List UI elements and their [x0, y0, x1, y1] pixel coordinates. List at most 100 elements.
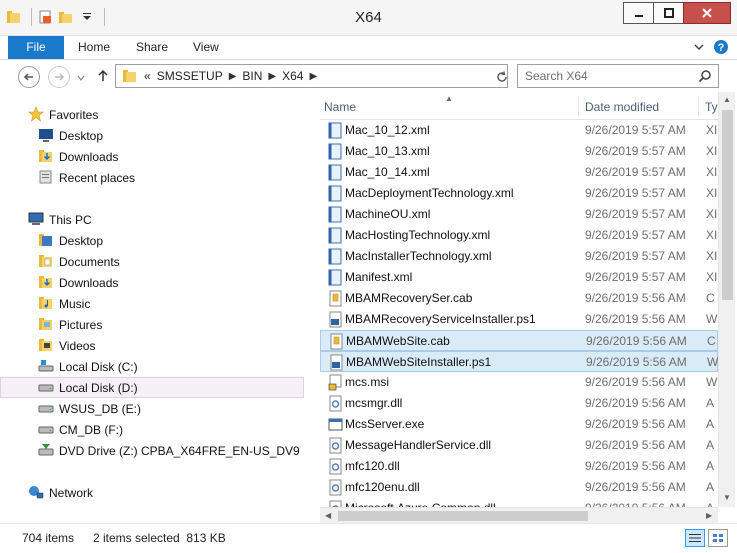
file-row[interactable]: mfc120.dll 9/26/2019 5:56 AM A — [320, 456, 718, 477]
file-row[interactable]: MBAMRecoveryServiceInstaller.ps1 9/26/201… — [320, 309, 718, 330]
nav-fav-recent[interactable]: Recent places — [0, 167, 304, 188]
tab-file[interactable]: File — [8, 36, 64, 59]
vertical-scroll-thumb[interactable] — [722, 110, 733, 300]
search-icon[interactable] — [698, 69, 712, 83]
chevron-right-icon[interactable]: ▶ — [268, 71, 276, 82]
vertical-scrollbar[interactable]: ▲ ▼ — [718, 92, 735, 507]
nav-favorites[interactable]: Favorites — [0, 104, 304, 125]
up-arrow-icon[interactable] — [96, 69, 110, 83]
horizontal-scroll-thumb[interactable] — [338, 511, 588, 521]
file-type: A — [706, 480, 715, 494]
status-bar: 704 items 2 items selected 813 KB — [0, 523, 737, 553]
xml-file-icon — [328, 185, 343, 202]
file-row[interactable]: MacDeploymentTechnology.xml 9/26/2019 5:5… — [320, 183, 718, 204]
file-row[interactable]: mcs.msi 9/26/2019 5:56 AM W — [320, 372, 718, 393]
nav-pc-videos[interactable]: Videos — [0, 335, 304, 356]
msi-file-icon — [328, 374, 343, 391]
ribbon-controls: ? — [693, 39, 729, 55]
pane-splitter[interactable] — [312, 92, 320, 523]
file-type: C — [706, 291, 715, 305]
network-icon — [29, 486, 44, 499]
nav-pc-downloads[interactable]: Downloads — [0, 272, 304, 293]
recent-locations-icon[interactable] — [76, 73, 86, 83]
cab-file-icon — [329, 333, 344, 350]
file-row[interactable]: MachineOU.xml 9/26/2019 5:57 AM XI — [320, 204, 718, 225]
file-name: mcs.msi — [345, 375, 389, 389]
maximize-button[interactable] — [653, 2, 683, 24]
file-row[interactable]: MacHostingTechnology.xml 9/26/2019 5:57 A… — [320, 225, 718, 246]
file-date-modified: 9/26/2019 5:56 AM — [586, 334, 687, 348]
nav-pc-wsus[interactable]: WSUS_DB (E:) — [0, 398, 304, 419]
file-date-modified: 9/26/2019 5:57 AM — [585, 270, 686, 284]
breadcrumb-smssetup[interactable]: SMSSETUP — [157, 69, 223, 83]
breadcrumb-bin[interactable]: BIN — [242, 69, 262, 83]
nav-pc-documents[interactable]: Documents — [0, 251, 304, 272]
nav-label: CM_DB (F:) — [59, 422, 123, 437]
nav-label: Local Disk (C:) — [59, 359, 138, 374]
file-name: MacInstallerTechnology.xml — [345, 249, 492, 263]
file-row[interactable]: MacInstallerTechnology.xml 9/26/2019 5:57… — [320, 246, 718, 267]
nav-pc-disk-d[interactable]: Local Disk (D:) — [0, 377, 304, 398]
scroll-left-icon[interactable]: ◀ — [325, 511, 331, 520]
expand-ribbon-icon[interactable] — [693, 41, 705, 53]
maximize-icon — [663, 8, 674, 18]
forward-button[interactable] — [48, 66, 70, 88]
address-bar[interactable]: « SMSSETUP ▶ BIN ▶ X64 ▶ — [115, 64, 618, 88]
tab-home[interactable]: Home — [78, 36, 110, 59]
nav-fav-downloads[interactable]: Downloads — [0, 146, 304, 167]
file-row[interactable]: MBAMWebSite.cab 9/26/2019 5:56 AM C — [320, 330, 718, 351]
file-name: MessageHandlerService.dll — [345, 438, 492, 452]
refresh-icon[interactable] — [496, 71, 508, 83]
large-icons-view-button[interactable] — [708, 529, 728, 547]
chevron-right-icon[interactable]: ▶ — [229, 71, 237, 82]
nav-pc-pictures[interactable]: Pictures — [0, 314, 304, 335]
file-date-modified: 9/26/2019 5:56 AM — [585, 480, 686, 494]
back-button[interactable] — [18, 66, 40, 88]
file-row[interactable]: Manifest.xml 9/26/2019 5:57 AM XI — [320, 267, 718, 288]
file-row[interactable]: Mac_10_12.xml 9/26/2019 5:57 AM XI — [320, 120, 718, 141]
file-row[interactable]: mfc120enu.dll 9/26/2019 5:56 AM A — [320, 477, 718, 498]
file-name: MacDeploymentTechnology.xml — [345, 186, 514, 200]
nav-pc-dvd[interactable]: DVD Drive (Z:) CPBA_X64FRE_EN-US_DV9 — [0, 440, 304, 461]
xml-file-icon — [328, 269, 343, 286]
file-row[interactable]: Mac_10_13.xml 9/26/2019 5:57 AM XI — [320, 141, 718, 162]
close-button[interactable] — [683, 2, 731, 24]
file-row[interactable]: mcsmgr.dll 9/26/2019 5:56 AM A — [320, 393, 718, 414]
file-type: A — [706, 396, 715, 410]
search-input[interactable]: Search X64 — [517, 64, 719, 88]
nav-pc-cmdb[interactable]: CM_DB (F:) — [0, 419, 304, 440]
file-row[interactable]: Microsoft.Azure.Common.dll9/26/2019 5:56… — [320, 498, 718, 507]
file-row[interactable]: MBAMRecoverySer.cab 9/26/2019 5:56 AM C — [320, 288, 718, 309]
chevron-right-icon[interactable]: ▶ — [309, 71, 317, 82]
nav-this-pc[interactable]: This PC — [0, 209, 304, 230]
file-list: ▲ Name Date modified Ty Mac_10_12.xml 9/2… — [320, 92, 737, 523]
minimize-button[interactable] — [623, 2, 653, 24]
breadcrumb-overflow[interactable]: « — [144, 69, 151, 83]
file-row[interactable]: MBAMWebSiteInstaller.ps1 9/26/2019 5:56 A… — [320, 351, 718, 372]
file-type: XI — [706, 228, 718, 242]
file-name: MachineOU.xml — [345, 207, 431, 221]
file-date-modified: 9/26/2019 5:57 AM — [585, 186, 686, 200]
nav-pc-desktop[interactable]: Desktop — [0, 230, 304, 251]
nav-fav-desktop[interactable]: Desktop — [0, 125, 304, 146]
breadcrumb-x64[interactable]: X64 — [282, 69, 303, 83]
file-type: XI — [706, 144, 718, 158]
details-view-button[interactable] — [685, 529, 705, 547]
nav-pc-disk-c[interactable]: Local Disk (C:) — [0, 356, 304, 377]
nav-pc-music[interactable]: Music — [0, 293, 304, 314]
help-icon[interactable]: ? — [713, 39, 729, 55]
file-date-modified: 9/26/2019 5:57 AM — [585, 165, 686, 179]
tab-view[interactable]: View — [193, 36, 219, 59]
file-row[interactable]: MessageHandlerService.dll 9/26/2019 5:56 … — [320, 435, 718, 456]
horizontal-scrollbar[interactable]: ◀ ▶ — [320, 507, 718, 523]
scroll-right-icon[interactable]: ▶ — [706, 511, 712, 520]
file-name: Mac_10_13.xml — [345, 144, 430, 158]
file-type: A — [706, 438, 715, 452]
scroll-up-icon[interactable]: ▲ — [723, 95, 731, 104]
title-bar: X64 — [0, 0, 737, 36]
file-row[interactable]: Mac_10_14.xml 9/26/2019 5:57 AM XI — [320, 162, 718, 183]
tab-share[interactable]: Share — [136, 36, 168, 59]
nav-network[interactable]: Network — [0, 482, 304, 503]
file-row[interactable]: McsServer.exe 9/26/2019 5:56 AM A — [320, 414, 718, 435]
scroll-down-icon[interactable]: ▼ — [723, 493, 731, 502]
